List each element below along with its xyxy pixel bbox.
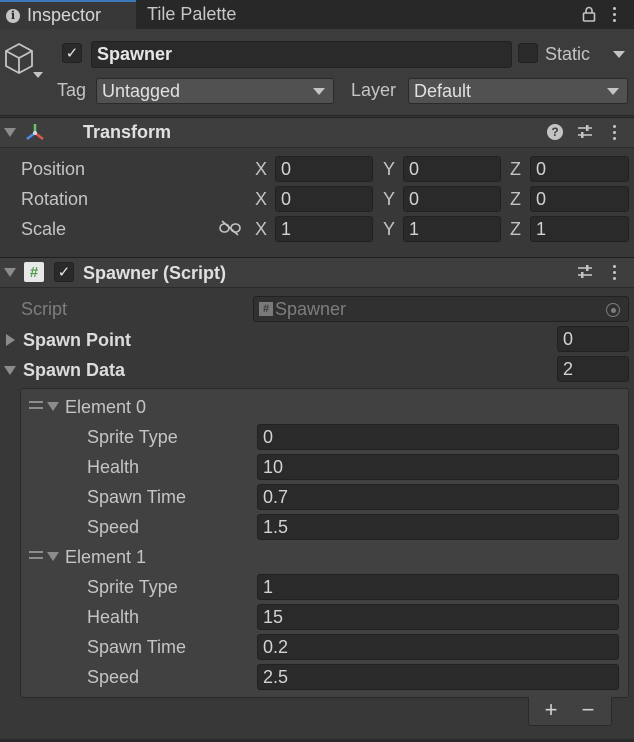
tag-dropdown[interactable]: Untagged: [96, 78, 334, 104]
remove-element-button[interactable]: −: [577, 697, 599, 723]
rotation-y-input[interactable]: 0: [403, 186, 501, 212]
script-foldout-icon[interactable]: [4, 268, 16, 277]
gameobject-icon-dropdown-icon[interactable]: [33, 72, 43, 78]
scale-z-input[interactable]: 1: [530, 216, 629, 242]
chevron-down-icon: [607, 88, 619, 95]
script-component-title: Spawner (Script): [83, 263, 227, 283]
sprite-type-label: Sprite Type: [87, 427, 178, 447]
static-dropdown-icon[interactable]: [613, 51, 625, 58]
tag-label: Tag: [57, 80, 87, 100]
position-y-input[interactable]: 0: [403, 156, 501, 182]
element-foldout-icon[interactable]: [47, 402, 59, 411]
axis-y-label[interactable]: Y: [383, 159, 395, 180]
drag-handle-icon[interactable]: [29, 551, 43, 559]
speed-label: Speed: [87, 517, 140, 537]
position-z-input[interactable]: 0: [530, 156, 629, 182]
speed-input[interactable]: 1.5: [257, 514, 619, 540]
script-field-label: Script: [21, 299, 68, 319]
spawn-data-size-input[interactable]: 2: [557, 356, 629, 382]
transform-foldout-icon[interactable]: [4, 128, 16, 137]
transform-title: Transform: [83, 122, 172, 142]
axis-x-label[interactable]: X: [255, 159, 267, 180]
speed-input[interactable]: 2.5: [257, 664, 619, 690]
rotation-x-input[interactable]: 0: [275, 186, 373, 212]
health-label: Health: [87, 607, 140, 627]
transform-menu-icon[interactable]: [612, 125, 616, 140]
element-0-label[interactable]: Element 0: [65, 397, 146, 418]
health-input[interactable]: 15: [257, 604, 619, 630]
script-menu-icon[interactable]: [612, 265, 616, 280]
layer-value: Default: [414, 80, 472, 101]
element-1-label[interactable]: Element 1: [65, 547, 146, 568]
lock-icon[interactable]: [582, 6, 596, 22]
drag-handle-icon[interactable]: [29, 401, 43, 409]
position-label: Position: [21, 159, 86, 179]
element-foldout-icon[interactable]: [47, 552, 59, 561]
tab-tile-palette[interactable]: Tile Palette: [136, 0, 266, 29]
spawn-point-foldout-icon[interactable]: [6, 334, 15, 346]
speed-label: Speed: [87, 667, 140, 687]
script-icon: #: [259, 302, 273, 316]
script-enabled-toggle[interactable]: ✓: [54, 262, 74, 282]
rotation-z-input[interactable]: 0: [530, 186, 629, 212]
help-icon[interactable]: ?: [547, 124, 563, 140]
spawn-point-size-input[interactable]: 0: [557, 326, 629, 352]
gameobject-name-input[interactable]: Spawner: [91, 41, 512, 68]
layer-dropdown[interactable]: Default: [408, 78, 628, 104]
axis-x-label[interactable]: X: [255, 219, 267, 240]
axis-y-label[interactable]: Y: [383, 219, 395, 240]
constrain-proportions-icon[interactable]: [219, 220, 241, 236]
rotation-label: Rotation: [21, 189, 89, 209]
gameobject-icon[interactable]: [4, 42, 34, 76]
script-object-field: # Spawner: [253, 296, 629, 322]
scale-x-input[interactable]: 1: [275, 216, 373, 242]
layer-label: Layer: [351, 80, 397, 100]
script-object-value: Spawner: [275, 298, 347, 319]
axis-z-label[interactable]: Z: [510, 219, 521, 240]
chevron-down-icon: [313, 88, 325, 95]
health-input[interactable]: 10: [257, 454, 619, 480]
spawn-time-label: Spawn Time: [87, 487, 187, 507]
transform-icon: [24, 122, 46, 142]
spawn-data-label[interactable]: Spawn Data: [23, 360, 125, 381]
position-x-input[interactable]: 0: [275, 156, 373, 182]
sprite-type-input[interactable]: 0: [257, 424, 619, 450]
tab-bar: i Inspector Tile Palette: [0, 0, 634, 29]
tab-label: Inspector: [27, 5, 102, 25]
axis-z-label[interactable]: Z: [510, 159, 521, 180]
sprite-type-label: Sprite Type: [87, 577, 178, 597]
presets-icon[interactable]: [577, 264, 593, 280]
script-icon: #: [24, 262, 44, 282]
health-label: Health: [87, 457, 140, 477]
scale-label: Scale: [21, 219, 67, 239]
spawn-time-input[interactable]: 0.2: [257, 634, 619, 660]
spawn-time-input[interactable]: 0.7: [257, 484, 619, 510]
axis-y-label[interactable]: Y: [383, 189, 395, 210]
presets-icon[interactable]: [577, 124, 593, 140]
spawn-data-foldout-icon[interactable]: [4, 366, 16, 375]
add-element-button[interactable]: +: [540, 697, 562, 723]
axis-z-label[interactable]: Z: [510, 189, 521, 210]
scale-y-input[interactable]: 1: [403, 216, 501, 242]
sprite-type-input[interactable]: 1: [257, 574, 619, 600]
info-icon: i: [6, 8, 20, 23]
tab-label: Tile Palette: [147, 4, 237, 24]
gameobject-active-toggle[interactable]: ✓: [62, 43, 82, 63]
object-picker-icon: [606, 303, 620, 317]
spawn-time-label: Spawn Time: [87, 637, 187, 657]
tab-menu-icon[interactable]: [612, 7, 616, 22]
static-checkbox[interactable]: [518, 43, 538, 63]
static-label: Static: [545, 44, 591, 64]
spawn-point-label[interactable]: Spawn Point: [23, 330, 131, 351]
tab-inspector[interactable]: i Inspector: [0, 0, 136, 29]
axis-x-label[interactable]: X: [255, 189, 267, 210]
tag-value: Untagged: [102, 80, 181, 101]
